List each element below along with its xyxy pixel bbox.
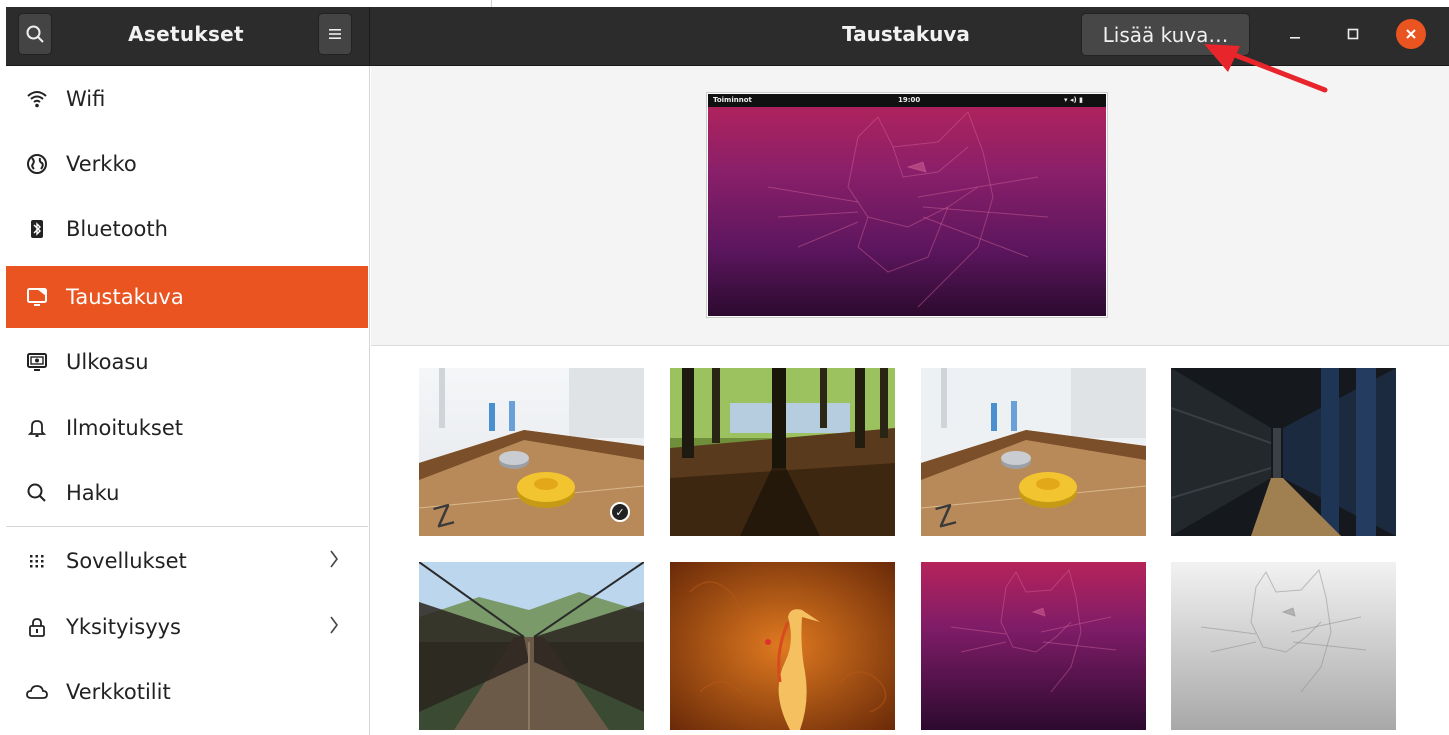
wallpaper-thumb-bridge[interactable] — [419, 562, 644, 730]
sidebar-item-label: Taustakuva — [66, 285, 184, 309]
wifi-icon — [24, 86, 50, 112]
minimize-icon — [1290, 37, 1300, 39]
monitor-icon — [24, 284, 50, 310]
wallpaper-thumb-subway[interactable] — [1171, 368, 1396, 536]
sidebar-divider — [6, 526, 368, 527]
wallpaper-thumb-grey-cat[interactable] — [1171, 562, 1396, 730]
sidebar-item-wifi[interactable]: Wifi — [6, 68, 368, 130]
close-button[interactable] — [1396, 19, 1426, 49]
appearance-icon — [24, 349, 50, 375]
wallpaper-thumb-forest[interactable] — [670, 368, 895, 536]
sidebar-item-yksityisyys[interactable]: Yksityisyys — [6, 596, 368, 658]
globe-icon — [24, 151, 50, 177]
chevron-right-icon — [328, 614, 340, 641]
page-title: Taustakuva — [842, 21, 970, 46]
preview-image: Toiminnot 19:00 ▾ ◂) ▮ — [708, 94, 1106, 316]
sidebar-item-label: Ilmoitukset — [66, 416, 183, 440]
sidebar-item-sovellukset[interactable]: Sovellukset — [6, 530, 368, 592]
sidebar-item-haku[interactable]: Haku — [6, 462, 368, 524]
menu-button[interactable] — [318, 13, 352, 55]
search-icon — [26, 25, 44, 43]
preview-area: Toiminnot 19:00 ▾ ◂) ▮ — [371, 66, 1449, 346]
sidebar-item-label: Yksityisyys — [66, 615, 181, 639]
header-bar: Asetukset Taustakuva Lisää kuva… — [6, 7, 1449, 66]
close-icon — [1406, 29, 1416, 39]
sidebar-item-label: Ulkoasu — [66, 350, 149, 374]
maximize-button[interactable] — [1338, 19, 1368, 49]
sidebar-item-label: Sovellukset — [66, 549, 187, 573]
preview-clock: 19:00 — [898, 96, 921, 104]
sidebar-item-verkkotilit[interactable]: Verkkotilit — [6, 661, 368, 723]
preview-activities-label: Toiminnot — [713, 96, 752, 104]
content-area: Toiminnot 19:00 ▾ ◂) ▮ Z ✓ Z — [371, 66, 1449, 735]
sidebar-item-verkko[interactable]: Verkko — [6, 133, 368, 195]
minimize-button[interactable] — [1280, 19, 1310, 49]
current-wallpaper-preview: Toiminnot 19:00 ▾ ◂) ▮ — [706, 92, 1108, 318]
sidebar-header: Asetukset — [6, 7, 370, 66]
search-icon — [24, 480, 50, 506]
cloud-icon — [24, 679, 50, 705]
apps-grid-icon — [24, 548, 50, 574]
selected-check-icon: ✓ — [610, 502, 630, 522]
hamburger-icon — [329, 29, 341, 39]
preview-status-icons: ▾ ◂) ▮ — [1064, 96, 1083, 104]
sidebar-item-taustakuva[interactable]: Taustakuva — [6, 266, 368, 328]
bluetooth-icon — [24, 216, 50, 242]
sidebar-item-label: Verkkotilit — [66, 680, 171, 704]
add-image-button[interactable]: Lisää kuva… — [1081, 13, 1250, 56]
wallpaper-thumb-bird[interactable] — [670, 562, 895, 730]
sidebar-item-bluetooth[interactable]: Bluetooth — [6, 198, 368, 260]
maximize-icon — [1347, 28, 1359, 40]
app-title: Asetukset — [128, 21, 244, 46]
sidebar-item-label: Bluetooth — [66, 217, 168, 241]
sidebar-item-ilmoitukset[interactable]: Ilmoitukset — [6, 397, 368, 459]
wallpaper-thumb-table-pucks[interactable]: Z ✓ — [419, 368, 644, 536]
lock-icon — [24, 614, 50, 640]
sidebar-item-label: Haku — [66, 481, 120, 505]
preview-top-bar: Toiminnot 19:00 ▾ ◂) ▮ — [708, 94, 1106, 107]
sidebar-item-ulkoasu[interactable]: Ulkoasu — [6, 331, 368, 393]
cat-outline-graphic — [767, 111, 1049, 308]
wallpaper-thumb-table-pucks-2[interactable]: Z — [921, 368, 1146, 536]
search-button[interactable] — [18, 13, 52, 55]
sidebar-item-label: Wifi — [66, 87, 106, 111]
chevron-right-icon — [328, 548, 340, 575]
sidebar: Wifi Verkko Bluetooth Taustakuva Ulkoasu… — [6, 66, 370, 735]
wallpaper-thumb-purple-cat[interactable] — [921, 562, 1146, 730]
sidebar-item-label: Verkko — [66, 152, 137, 176]
bell-icon — [24, 415, 50, 441]
